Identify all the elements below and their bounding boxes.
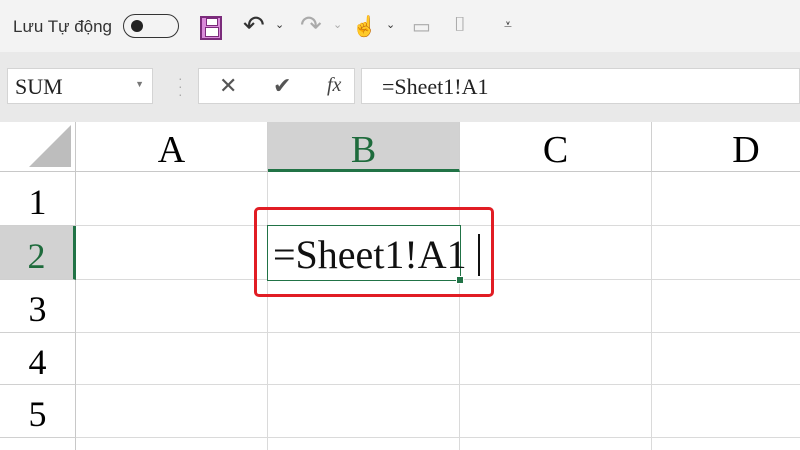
row-header-5[interactable]: 5 [0, 385, 76, 438]
name-box[interactable]: SUM ▼ [7, 68, 153, 104]
undo-icon[interactable]: ↶ [243, 10, 265, 41]
save-icon[interactable] [200, 16, 222, 40]
autosave-label: Lưu Tự động [13, 17, 113, 36]
row-header-2[interactable]: 2 [0, 226, 76, 280]
undo-dropdown-icon[interactable]: ⌄ [275, 18, 284, 31]
quick-access-toolbar: Lưu Tự động ↶ ⌄ ↷ ⌄ ☝ ⌄ ▭ ⌷ ⩡ [0, 0, 800, 52]
enter-button[interactable]: ✔ [273, 73, 291, 99]
redo-icon[interactable]: ↷ [300, 10, 322, 41]
column-header-a[interactable]: A [76, 122, 268, 172]
row-header-1[interactable]: 1 [0, 172, 76, 226]
column-header-b[interactable]: B [268, 122, 460, 172]
formula-value: =Sheet1!A1 [382, 74, 489, 99]
name-box-dropdown-icon[interactable]: ▼ [135, 79, 144, 89]
row-header-4[interactable]: 4 [0, 333, 76, 385]
highlight-box [254, 207, 494, 297]
select-all-button[interactable] [0, 122, 76, 172]
insert-function-button[interactable]: fx [327, 74, 341, 97]
column-header-c[interactable]: C [460, 122, 652, 172]
formula-bar-area: SUM ▼ · · · ✕ ✔ fx =Sheet1!A1 [0, 52, 800, 122]
autosave-toggle[interactable] [123, 14, 179, 38]
comment-icon[interactable]: ▭ [412, 14, 431, 39]
touch-mode-icon[interactable]: ☝ [352, 14, 377, 39]
cancel-button[interactable]: ✕ [219, 73, 237, 99]
formula-input[interactable]: =Sheet1!A1 [361, 68, 800, 104]
camera-icon[interactable]: ⌷ [454, 14, 466, 37]
redo-dropdown-icon[interactable]: ⌄ [333, 18, 342, 31]
row-header-3[interactable]: 3 [0, 280, 76, 333]
name-box-value: SUM [15, 74, 63, 99]
row-header-6[interactable] [0, 438, 76, 450]
formula-buttons: ✕ ✔ fx [198, 68, 355, 104]
customize-toolbar-icon[interactable]: ⩡ [504, 16, 512, 33]
touch-dropdown-icon[interactable]: ⌄ [386, 18, 395, 31]
column-header-d[interactable]: D [652, 122, 800, 172]
splitter-handle[interactable]: · · · [178, 71, 183, 101]
